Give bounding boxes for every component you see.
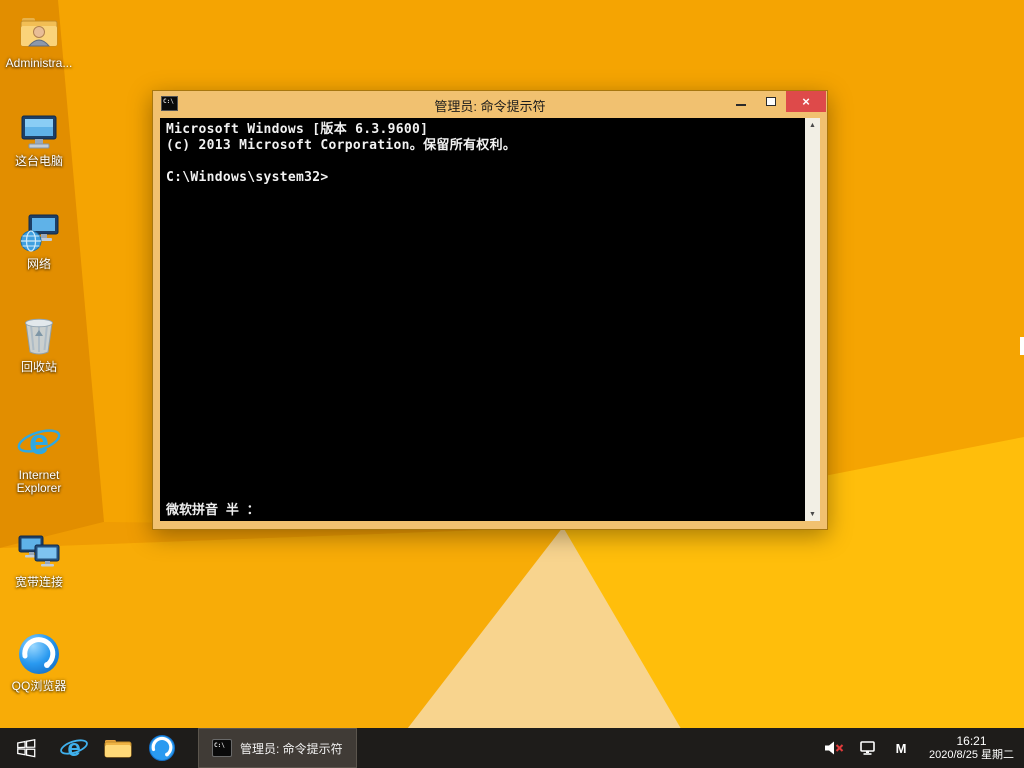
clock-date: 2020/8/25 星期二 — [929, 749, 1014, 762]
computer-icon — [18, 110, 60, 152]
minimize-button[interactable] — [726, 91, 756, 112]
desktop-icon-label: 这台电脑 — [15, 155, 63, 168]
desktop-icon-label: 宽带连接 — [15, 576, 63, 589]
scrollbar[interactable]: ▲ ▼ — [805, 118, 820, 521]
start-button[interactable] — [0, 728, 52, 768]
terminal-line: (c) 2013 Microsoft Corporation。保留所有权利。 — [166, 138, 798, 154]
input-method-indicator[interactable]: M — [892, 741, 910, 756]
windows-logo-icon — [15, 737, 37, 759]
ime-status: 微软拼音 半 ： — [166, 499, 260, 518]
desktop-icon-network[interactable]: 网络 — [1, 211, 77, 271]
desktop-icon-recycle-bin[interactable]: 回收站 — [1, 314, 77, 374]
broadband-icon — [17, 531, 61, 573]
maximize-icon — [766, 97, 776, 106]
svg-text:e: e — [29, 421, 49, 462]
desktop-icon-this-pc[interactable]: 这台电脑 — [1, 110, 77, 168]
title-bar[interactable]: C:\ 管理员: 命令提示符 × — [153, 91, 827, 118]
taskbar-explorer-button[interactable] — [96, 728, 140, 768]
network-icon[interactable] — [859, 740, 877, 756]
taskbar-cmd-task-button[interactable]: C:\ 管理员: 命令提示符 — [198, 728, 357, 768]
desktop-icon-label: Administra... — [6, 57, 73, 70]
user-folder-icon — [18, 10, 60, 54]
ie-icon: e — [16, 420, 62, 466]
screen-edge-artifact — [1020, 337, 1024, 355]
scroll-down-icon[interactable]: ▼ — [805, 507, 820, 521]
qq-browser-icon — [16, 631, 62, 677]
svg-text:e: e — [67, 735, 80, 762]
close-button[interactable]: × — [786, 91, 826, 112]
network-icon — [17, 211, 61, 255]
cmd-icon: C:\ — [212, 739, 232, 757]
clock-time: 16:21 — [956, 734, 986, 749]
maximize-button[interactable] — [756, 91, 786, 112]
qq-browser-icon — [148, 734, 176, 762]
terminal-output: Microsoft Windows [版本 6.3.9600] (c) 2013… — [160, 118, 804, 190]
taskbar: e C:\ 管理员: 命令提示符 — [0, 728, 1024, 768]
desktop-icon-label: 网络 — [27, 258, 51, 271]
desktop-icon-label: QQ浏览器 — [12, 680, 67, 693]
terminal[interactable]: Microsoft Windows [版本 6.3.9600] (c) 2013… — [160, 118, 820, 521]
desktop-icon-broadband[interactable]: 宽带连接 — [1, 531, 77, 589]
scroll-up-icon[interactable]: ▲ — [805, 118, 820, 132]
cmd-window: C:\ 管理员: 命令提示符 × Microsoft Windows [版本 6… — [152, 90, 828, 530]
desktop-icon-qq-browser[interactable]: QQ浏览器 — [1, 631, 77, 693]
ie-icon: e — [59, 733, 89, 763]
minimize-icon — [736, 104, 746, 106]
recycle-bin-icon — [18, 314, 60, 358]
terminal-prompt: C:\Windows\system32> — [166, 170, 798, 186]
task-button-label: 管理员: 命令提示符 — [240, 740, 343, 757]
terminal-line — [166, 154, 798, 170]
taskbar-clock[interactable]: 16:21 2020/8/25 星期二 — [925, 734, 1014, 762]
taskbar-ie-button[interactable]: e — [52, 728, 96, 768]
taskbar-qq-browser-button[interactable] — [140, 728, 184, 768]
desktop-icon-label: Internet Explorer — [2, 469, 76, 495]
desktop-icon-label: 回收站 — [21, 361, 57, 374]
terminal-line: Microsoft Windows [版本 6.3.9600] — [166, 122, 798, 138]
desktop-icon-administrator[interactable]: Administra... — [1, 10, 77, 70]
folder-icon — [104, 736, 132, 760]
desktop-icon-internet-explorer[interactable]: e Internet Explorer — [1, 420, 77, 495]
system-tray: M 16:21 2020/8/25 星期二 — [824, 728, 1024, 768]
volume-muted-icon[interactable] — [824, 740, 844, 756]
